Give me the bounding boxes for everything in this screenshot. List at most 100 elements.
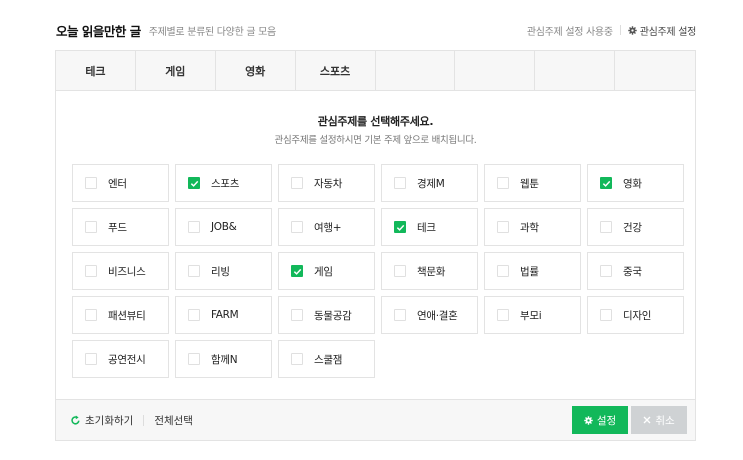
check-icon (396, 224, 404, 231)
topic-checkbox[interactable] (291, 221, 303, 233)
reset-label: 초기화하기 (85, 414, 134, 427)
topic-checkbox[interactable] (394, 177, 406, 189)
topic-checkbox[interactable] (291, 353, 303, 365)
action-buttons: 설정 취소 (572, 406, 687, 434)
check-icon (190, 180, 198, 187)
footer-bar: 초기화하기 전체선택 설정 취소 (56, 399, 695, 440)
topic-checkbox[interactable] (497, 221, 509, 233)
topic-label: 영화 (623, 177, 642, 190)
topic-option[interactable]: 디자인 (587, 296, 684, 334)
gear-icon (627, 25, 637, 35)
tab-sports[interactable]: 스포츠 (296, 51, 376, 91)
topic-option[interactable]: 비즈니스 (72, 252, 169, 290)
topic-option[interactable]: 여행+ (278, 208, 375, 246)
topic-label: 게임 (314, 265, 333, 278)
check-icon (293, 268, 301, 275)
prompt-subtitle: 관심주제를 설정하시면 기본 주제 앞으로 배치됩니다. (274, 135, 477, 146)
reset-button[interactable]: 초기화하기 (70, 413, 133, 428)
prompt-title: 관심주제를 선택해주세요. (317, 115, 434, 128)
topic-checkbox[interactable] (85, 221, 97, 233)
topic-option[interactable]: 중국 (587, 252, 684, 290)
topic-label: 자동차 (314, 177, 343, 190)
topic-checkbox[interactable] (85, 265, 97, 277)
topic-option[interactable]: FARM (175, 296, 272, 334)
prompt: 관심주제를 선택해주세요. 관심주제를 설정하시면 기본 주제 앞으로 배치됩니… (56, 113, 695, 146)
topic-checkbox[interactable] (188, 221, 200, 233)
topic-checkbox[interactable] (291, 309, 303, 321)
topic-checkbox[interactable] (188, 353, 200, 365)
topic-option[interactable]: 패션뷰티 (72, 296, 169, 334)
topic-option[interactable]: 스쿨잼 (278, 340, 375, 378)
topic-option[interactable]: 엔터 (72, 164, 169, 202)
topic-option[interactable]: 함께N (175, 340, 272, 378)
topic-checkbox[interactable] (188, 265, 200, 277)
cancel-label: 취소 (655, 414, 675, 427)
topic-checkbox[interactable] (394, 309, 406, 321)
topic-checkbox[interactable] (600, 265, 612, 277)
topic-checkbox[interactable] (188, 309, 200, 321)
topic-checkbox[interactable] (85, 177, 97, 189)
topic-checkbox[interactable] (188, 177, 200, 189)
topic-checkbox[interactable] (291, 177, 303, 189)
topic-label: 과학 (520, 221, 539, 234)
topic-label: 엔터 (108, 177, 127, 190)
topic-option[interactable]: 건강 (587, 208, 684, 246)
topic-option[interactable]: 연애·결혼 (381, 296, 478, 334)
topic-option[interactable]: 책문화 (381, 252, 478, 290)
topic-label: 웹툰 (520, 177, 539, 190)
tab-game[interactable]: 게임 (136, 51, 216, 91)
topic-label: 연애·결혼 (417, 309, 458, 322)
topic-option[interactable]: 푸드 (72, 208, 169, 246)
interest-settings-link[interactable]: 관심주제 설정 (627, 23, 696, 38)
topic-checkbox[interactable] (497, 177, 509, 189)
topic-option[interactable]: 테크 (381, 208, 478, 246)
topic-option[interactable]: 경제M (381, 164, 478, 202)
save-button[interactable]: 설정 (572, 406, 628, 434)
topic-label: 공연전시 (108, 353, 146, 366)
topic-label: 동물공감 (314, 309, 352, 322)
topic-checkbox[interactable] (85, 309, 97, 321)
topic-option[interactable]: 영화 (587, 164, 684, 202)
topic-panel: 테크 게임 영화 스포츠 관심주제를 선택해주세요. 관심주제를 설정하시면 기… (55, 50, 696, 441)
topic-checkbox[interactable] (85, 353, 97, 365)
gear-icon (584, 415, 593, 425)
topic-option[interactable]: 자동차 (278, 164, 375, 202)
refresh-icon (71, 415, 80, 424)
topic-checkbox[interactable] (497, 265, 509, 277)
topic-label: FARM (211, 309, 239, 321)
cancel-button[interactable]: 취소 (631, 406, 687, 434)
topic-label: 비즈니스 (108, 265, 146, 278)
topic-label: 중국 (623, 265, 642, 278)
page-title: 오늘 읽을만한 글 (56, 23, 141, 39)
topic-label: 책문화 (417, 265, 446, 278)
topic-option[interactable]: 과학 (484, 208, 581, 246)
topic-label: 스포츠 (211, 177, 240, 190)
topic-label: 테크 (417, 221, 436, 234)
topic-checkbox[interactable] (600, 177, 612, 189)
topic-option[interactable]: 스포츠 (175, 164, 272, 202)
select-all-button[interactable]: 전체선택 (154, 413, 193, 428)
tab-tech[interactable]: 테크 (56, 51, 136, 91)
tab-movie[interactable]: 영화 (216, 51, 296, 91)
topic-checkbox[interactable] (497, 309, 509, 321)
topic-checkbox[interactable] (600, 309, 612, 321)
topic-checkbox[interactable] (394, 265, 406, 277)
tab-bar: 테크 게임 영화 스포츠 (56, 51, 695, 91)
topic-label: 패션뷰티 (108, 309, 146, 322)
status-text: 관심주제 설정 사용중 (526, 26, 613, 38)
topic-option[interactable]: 리빙 (175, 252, 272, 290)
topic-checkbox[interactable] (600, 221, 612, 233)
topic-option[interactable]: 부모i (484, 296, 581, 334)
topic-checkbox[interactable] (394, 221, 406, 233)
save-label: 설정 (596, 414, 617, 427)
topic-option[interactable]: 게임 (278, 252, 375, 290)
topic-label: 경제M (417, 177, 445, 190)
topic-option[interactable]: 공연전시 (72, 340, 169, 378)
topic-option[interactable]: 웹툰 (484, 164, 581, 202)
topic-option[interactable]: 법률 (484, 252, 581, 290)
topic-option[interactable]: 동물공감 (278, 296, 375, 334)
topic-option[interactable]: JOB& (175, 208, 272, 246)
topic-checkbox[interactable] (291, 265, 303, 277)
topic-label: 함께N (211, 353, 238, 366)
topic-label: 여행+ (314, 221, 342, 234)
